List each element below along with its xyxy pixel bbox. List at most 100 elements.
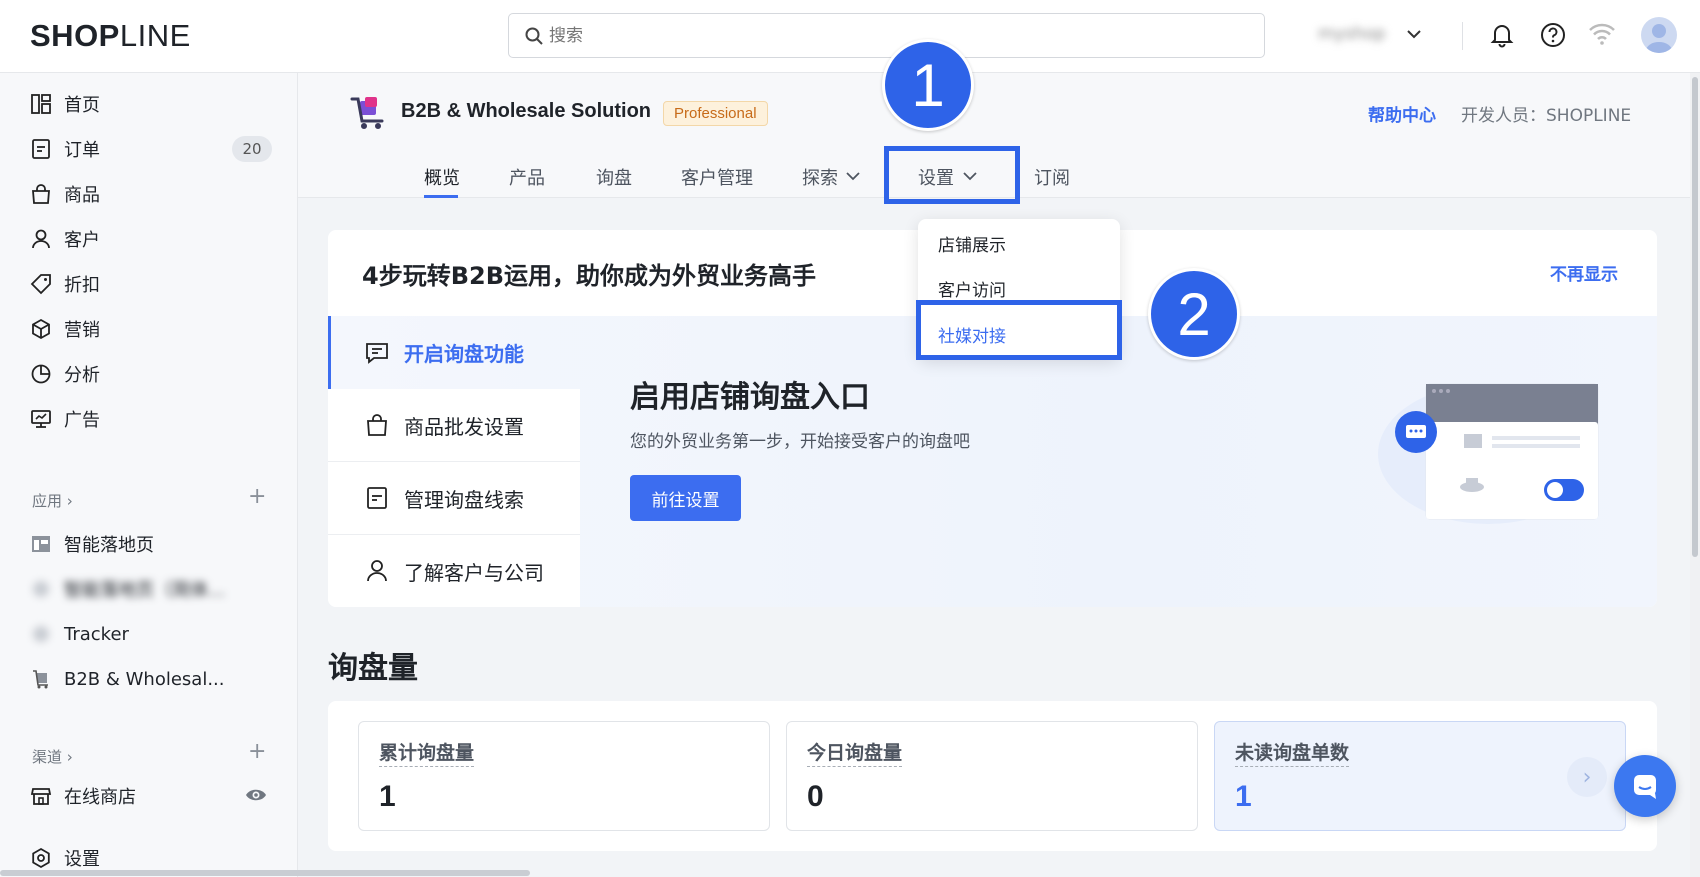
search-box[interactable]: [508, 13, 1265, 58]
sidebar-item-orders[interactable]: 订单: [30, 134, 100, 164]
sidebar-item-label: 客户: [64, 230, 100, 251]
stat-unread-inquiries[interactable]: 未读询盘单数 1: [1214, 721, 1626, 831]
guide-step-list: 开启询盘功能 商品批发设置 管理询盘线索 了解客户与公司: [328, 316, 580, 607]
monitor-icon: [31, 410, 51, 428]
sidebar-item-label: 在线商店: [64, 787, 136, 808]
sidebar-app-tracker[interactable]: Tracker: [30, 619, 129, 649]
stat-today-inquiries: 今日询盘量 0: [786, 721, 1198, 831]
eye-icon[interactable]: [245, 787, 267, 803]
sidebar-item-home[interactable]: 首页: [30, 89, 100, 119]
divider: [1462, 22, 1463, 50]
chevron-right-icon[interactable]: ›: [1567, 757, 1607, 797]
tab-inquiries[interactable]: 询盘: [596, 164, 632, 190]
app-icon: [33, 626, 49, 642]
help-center-link[interactable]: 帮助中心: [1368, 101, 1436, 126]
add-channel-plus-icon[interactable]: +: [248, 739, 266, 764]
document-icon: [367, 487, 387, 509]
pie-chart-icon: [31, 364, 51, 384]
settings-tab-highlight: [884, 146, 1020, 204]
cube-icon: [32, 318, 50, 340]
tab-customer-management[interactable]: 客户管理: [681, 164, 753, 190]
bell-icon[interactable]: [1490, 22, 1514, 48]
stat-value: 0: [807, 780, 824, 813]
guide-step-label: 管理询盘线索: [404, 487, 524, 512]
sidebar-item-ads[interactable]: 广告: [30, 404, 100, 434]
guide-step-enable-inquiry[interactable]: 开启询盘功能: [328, 316, 580, 389]
chevron-down-icon[interactable]: [846, 169, 860, 183]
guide-step-label: 商品批发设置: [404, 414, 524, 439]
guide-step-wholesale-settings[interactable]: 商品批发设置: [328, 389, 580, 462]
sidebar-item-label: 智能落地页（简体...: [64, 580, 226, 601]
sidebar-item-label: 首页: [64, 95, 100, 116]
sidebar-item-discounts[interactable]: 折扣: [30, 269, 100, 299]
social-media-item-highlight: [916, 300, 1122, 360]
sidebar-item-label: 折扣: [64, 275, 100, 296]
chevron-down-icon[interactable]: [1406, 26, 1422, 42]
order-doc-icon: [32, 139, 50, 159]
sidebar-item-label: 设置: [64, 849, 100, 870]
apps-section-label[interactable]: 应用 ›: [32, 490, 73, 511]
add-app-plus-icon[interactable]: +: [248, 484, 266, 509]
channels-section-label[interactable]: 渠道 ›: [32, 746, 73, 767]
guide-content-description: 您的外贸业务第一步，开始接受客户的询盘吧: [630, 432, 970, 452]
guide-step-manage-leads[interactable]: 管理询盘线索: [328, 462, 580, 535]
app-icon: [33, 581, 49, 597]
developer-text: 开发人员：SHOPLINE: [1461, 106, 1632, 126]
avatar[interactable]: [1641, 17, 1677, 53]
top-bar: SHOPLINE myshop: [0, 0, 1700, 73]
chat-icon: [1634, 775, 1656, 799]
inquiry-stats-title: 询盘量: [328, 651, 418, 686]
plan-badge: Professional: [663, 101, 768, 126]
sidebar-item-label: 广告: [64, 410, 100, 431]
settings-gear-icon: [32, 847, 50, 869]
step-marker-2: 2: [1148, 268, 1240, 360]
guide-content-title: 启用店铺询盘入口: [630, 380, 870, 415]
tab-explore[interactable]: 探索: [802, 164, 838, 190]
search-input[interactable]: [549, 22, 1229, 49]
scrollbar-thumb[interactable]: [1692, 77, 1698, 557]
sidebar-item-label: 智能落地页: [64, 535, 154, 556]
help-icon[interactable]: [1540, 22, 1566, 48]
inquiry-stats-card: 累计询盘量 1 今日询盘量 0 未读询盘单数 1: [328, 701, 1657, 851]
sidebar-item-label: 订单: [64, 140, 100, 161]
sidebar-channel-online-store[interactable]: 在线商店: [30, 781, 136, 811]
stat-value: 1: [379, 780, 396, 813]
guide-step-label: 了解客户与公司: [404, 560, 544, 585]
tab-overview[interactable]: 概览: [424, 164, 460, 190]
go-to-settings-button[interactable]: 前往设置: [630, 475, 741, 521]
menu-item-customer-access[interactable]: 客户访问: [938, 276, 1006, 301]
sidebar-item-label: 分析: [64, 365, 100, 386]
wifi-icon: [1589, 23, 1615, 45]
tab-subscription[interactable]: 订阅: [1034, 164, 1070, 190]
sidebar-item-label: B2B & Wholesal...: [64, 668, 225, 690]
stat-value: 1: [1235, 780, 1252, 813]
active-tab-indicator: [424, 195, 458, 198]
user-icon: [32, 229, 50, 249]
shopline-logo[interactable]: SHOPLINE: [30, 18, 191, 54]
horizontal-scrollbar[interactable]: [0, 870, 530, 876]
sidebar-item-customers[interactable]: 客户: [30, 224, 100, 254]
tab-products[interactable]: 产品: [509, 164, 545, 190]
sidebar-item-analytics[interactable]: 分析: [30, 359, 100, 389]
sidebar-app-blurred[interactable]: 智能落地页（简体...: [30, 574, 225, 604]
tag-icon: [30, 274, 51, 295]
dismiss-guide-link[interactable]: 不再显示: [1550, 260, 1618, 285]
chat-support-button[interactable]: [1614, 755, 1676, 817]
sidebar-item-products[interactable]: 商品: [30, 179, 100, 209]
sidebar-item-settings[interactable]: 设置: [30, 843, 100, 873]
sidebar-app-landing-page[interactable]: 智能落地页: [30, 529, 154, 559]
sidebar-item-label: 商品: [64, 185, 100, 206]
vertical-scrollbar[interactable]: [1690, 73, 1700, 877]
order-count-badge: 20: [232, 136, 272, 162]
sidebar-item-marketing[interactable]: 营销: [30, 314, 100, 344]
guide-title: 4步玩转B2B运用，助你成为外贸业务高手: [362, 262, 816, 290]
menu-item-store-display[interactable]: 店铺展示: [938, 231, 1006, 256]
sidebar-item-label: 营销: [64, 320, 100, 341]
cart-icon: [33, 670, 48, 689]
sidebar-app-b2b[interactable]: B2B & Wholesal...: [30, 664, 225, 694]
step-marker-1: 1: [882, 39, 974, 131]
stat-label: 未读询盘单数: [1235, 738, 1350, 767]
store-name[interactable]: myshop: [1318, 24, 1385, 44]
user-icon: [367, 560, 387, 582]
guide-step-know-customers[interactable]: 了解客户与公司: [328, 535, 580, 607]
